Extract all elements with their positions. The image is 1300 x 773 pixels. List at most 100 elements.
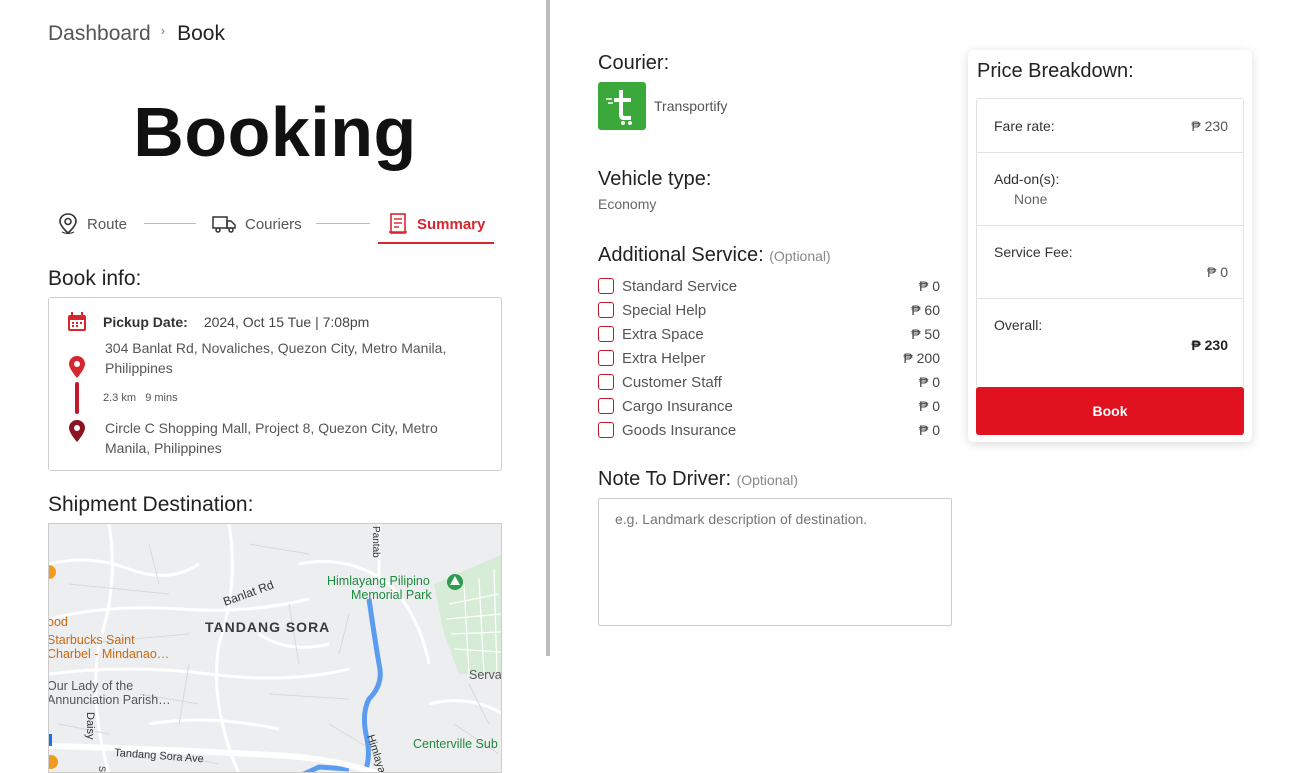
service-label: Goods Insurance: [622, 421, 737, 439]
route-duration: 9 mins: [145, 392, 178, 404]
service-checkbox[interactable]: [598, 302, 614, 318]
location-pin-icon: [59, 213, 77, 235]
vehicle-type-value: Economy: [598, 196, 657, 212]
service-price: ₱ 0: [918, 398, 940, 414]
map-label-starbucks-line2: Charbel - Mindanao…: [49, 647, 169, 661]
service-checkbox[interactable]: [598, 278, 614, 294]
add-ons-label: Add-on(s):: [994, 171, 1060, 187]
vehicle-type-heading: Vehicle type:: [598, 168, 712, 190]
courier-row: Transportify: [598, 82, 727, 130]
overall-row: Overall: ₱ 230: [977, 299, 1243, 371]
transportify-logo: [598, 82, 646, 130]
pickup-date-row: Pickup Date: 2024, Oct 15 Tue | 7:08pm: [67, 312, 369, 332]
service-checkbox[interactable]: [598, 422, 614, 438]
service-label: Extra Helper: [622, 349, 706, 367]
route-distance: 2.3 km: [103, 392, 137, 404]
service-label: Standard Service: [622, 277, 738, 295]
service-item-goods-insurance[interactable]: Goods Insurance ₱ 0: [598, 418, 940, 442]
additional-service-optional: (Optional): [769, 248, 831, 264]
service-price: ₱ 60: [911, 302, 940, 318]
note-to-driver-optional: (Optional): [736, 472, 799, 488]
additional-service-title: Additional Service:: [598, 244, 764, 266]
origin-pin-icon: [69, 356, 85, 378]
map-label-parish-line2: Annunciation Parish…: [49, 693, 171, 707]
service-fee-label: Service Fee:: [994, 244, 1073, 260]
note-to-driver-input[interactable]: [598, 498, 952, 626]
destination-map[interactable]: TANDANG SORA Banlat Rd Tandang Sora Ave …: [48, 523, 502, 773]
service-item-special-help[interactable]: Special Help ₱ 60: [598, 298, 940, 322]
service-fee-value: ₱ 0: [1206, 264, 1228, 280]
map-label-starbucks-line1: Starbucks Saint: [49, 633, 135, 647]
price-breakdown-title: Price Breakdown:: [977, 60, 1134, 82]
service-item-standard-service[interactable]: Standard Service ₱ 0: [598, 274, 940, 298]
service-price: ₱ 0: [918, 422, 940, 438]
service-checkbox[interactable]: [598, 350, 614, 366]
pickup-date-label: Pickup Date:: [103, 314, 188, 330]
truck-icon: [212, 216, 236, 233]
service-label: Extra Space: [622, 325, 704, 343]
chevron-right-icon: ›: [160, 22, 166, 38]
map-canvas: TANDANG SORA Banlat Rd Tandang Sora Ave …: [49, 524, 502, 773]
map-label-area: TANDANG SORA: [205, 619, 330, 635]
step-summary-label: Summary: [417, 215, 486, 233]
overall-label: Overall:: [994, 317, 1043, 333]
map-label-pantab: Pantab: [370, 526, 381, 558]
panel-divider: [546, 0, 550, 656]
map-label-ood: ood: [49, 615, 68, 629]
service-price: ₱ 50: [911, 326, 940, 342]
overall-value: ₱ 230: [1191, 337, 1228, 353]
service-checkbox[interactable]: [598, 326, 614, 342]
step-summary[interactable]: Summary: [388, 206, 485, 242]
additional-service-heading: Additional Service: (Optional): [598, 244, 831, 267]
book-button[interactable]: Book: [976, 387, 1244, 435]
map-label-parish-line1: Our Lady of the: [49, 679, 133, 693]
transportify-logo-icon: [606, 90, 632, 125]
route-line: [75, 382, 79, 414]
step-couriers-label: Couriers: [245, 215, 302, 233]
service-label: Customer Staff: [622, 373, 722, 391]
service-checkbox[interactable]: [598, 398, 614, 414]
step-route[interactable]: Route: [58, 206, 127, 242]
map-label-park-line2: Memorial Park: [351, 588, 432, 602]
service-item-customer-staff[interactable]: Customer Staff ₱ 0: [598, 370, 940, 394]
receipt-icon: [389, 213, 407, 234]
service-fee-row: Service Fee: ₱ 0: [977, 226, 1243, 299]
service-item-cargo-insurance[interactable]: Cargo Insurance ₱ 0: [598, 394, 940, 418]
breadcrumb-dashboard-link[interactable]: Dashboard: [48, 22, 151, 46]
map-label-centerville: Centerville Sub: [413, 737, 498, 751]
pickup-date-value: 2024, Oct 15 Tue | 7:08pm: [203, 314, 370, 330]
service-price: ₱ 0: [918, 374, 940, 390]
add-ons-value: None: [1014, 191, 1048, 207]
page-title: Booking: [133, 93, 417, 171]
book-info-heading: Book info:: [48, 267, 142, 290]
price-breakdown-table: Fare rate: ₱ 230 Add-on(s): None Service…: [976, 98, 1244, 420]
shipment-destination-heading: Shipment Destination:: [48, 493, 254, 516]
map-label-daisy: Daisy: [84, 712, 96, 740]
service-label: Cargo Insurance: [622, 397, 733, 415]
fare-rate-label: Fare rate:: [994, 118, 1055, 134]
step-connector: [316, 223, 370, 224]
courier-name: Transportify: [654, 98, 728, 114]
route-distance-duration: 2.3 km 9 mins: [103, 392, 178, 404]
map-label-park-line1: Himlayang Pilipino: [327, 574, 430, 588]
service-checkbox[interactable]: [598, 374, 614, 390]
calendar-icon: [68, 312, 86, 331]
breadcrumb: Dashboard › Book: [48, 22, 225, 46]
service-item-extra-helper[interactable]: Extra Helper ₱ 200: [598, 346, 940, 370]
step-couriers[interactable]: Couriers: [212, 206, 302, 242]
service-price: ₱ 200: [903, 350, 940, 366]
note-to-driver-heading: Note To Driver: (Optional): [598, 468, 798, 491]
breadcrumb-current: Book: [177, 22, 225, 45]
service-label: Special Help: [622, 301, 707, 319]
book-info-card: Pickup Date: 2024, Oct 15 Tue | 7:08pm 3…: [48, 297, 502, 471]
fare-rate-value: ₱ 230: [1191, 118, 1228, 134]
service-item-extra-space[interactable]: Extra Space ₱ 50: [598, 322, 940, 346]
courier-heading: Courier:: [598, 52, 670, 74]
destination-pin-icon: [69, 420, 85, 442]
active-step-underline: [378, 242, 494, 244]
map-label-st: St: [97, 766, 107, 773]
service-price: ₱ 0: [918, 278, 940, 294]
note-to-driver-title: Note To Driver:: [598, 468, 732, 490]
map-label-servar: Servar: [469, 668, 502, 682]
fare-rate-row: Fare rate: ₱ 230: [977, 99, 1243, 153]
